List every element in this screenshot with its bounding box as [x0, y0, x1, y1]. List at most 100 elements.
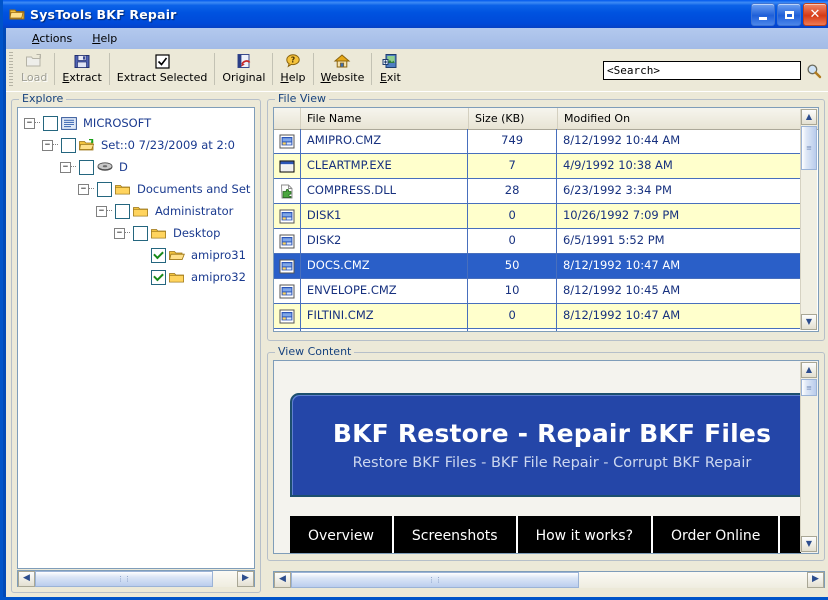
tree-item-label: Documents and Set [137, 182, 250, 196]
table-row[interactable]: CLEARTMP.EXE74/9/1992 10:38 AM [274, 154, 801, 179]
cell-size: 0 [468, 204, 557, 228]
tree-connector [35, 122, 40, 124]
table-row[interactable]: DOCS.CMZ508/12/1992 10:47 AM [274, 254, 801, 279]
original-label: Original [222, 71, 265, 84]
search-input[interactable]: <Search> [603, 61, 801, 80]
exit-button[interactable]: Exit [373, 51, 407, 89]
tree-expander-minus-icon[interactable]: − [60, 162, 71, 173]
maximize-icon[interactable] [777, 3, 801, 26]
file-list-vscroll-thumb[interactable]: ≡ [801, 126, 817, 170]
table-row[interactable]: AMIPRO.CMZ7498/12/1992 10:44 AM [274, 129, 801, 154]
column-header-modified[interactable]: Modified On [558, 108, 803, 129]
tree-item-microsoft[interactable]: −MICROSOFT [24, 112, 254, 134]
right-arrow-icon[interactable]: ▶ [807, 572, 824, 588]
tree-expander-minus-icon[interactable]: − [42, 140, 53, 151]
tree-checkbox-unchecked[interactable] [97, 182, 112, 197]
nav-button-how-it-works[interactable]: How it works? [518, 516, 653, 553]
browser-page: BKF Restore - Repair BKF Files Restore B… [274, 361, 801, 553]
file-list[interactable]: File Name Size (KB) Modified On AMIPRO.C… [273, 107, 819, 332]
embedded-browser[interactable]: BKF Restore - Repair BKF Files Restore B… [273, 360, 819, 554]
folder-icon [133, 205, 149, 218]
table-row[interactable]: DISK206/5/1991 5:52 PM [274, 229, 801, 254]
load-button[interactable]: Load [15, 51, 53, 89]
up-arrow-icon[interactable]: ▲ [801, 362, 817, 378]
down-arrow-icon[interactable]: ▼ [801, 314, 817, 330]
left-arrow-icon[interactable]: ◀ [274, 572, 291, 588]
cell-size: 0 [468, 304, 557, 328]
explore-hscrollbar[interactable]: ◀ ⋮⋮ ▶ [17, 570, 255, 587]
file-list-vscrollbar[interactable]: ▲ ≡ ▼ [800, 109, 817, 330]
promo-banner: BKF Restore - Repair BKF Files Restore B… [290, 393, 801, 497]
menu-item-help[interactable]: Help [82, 30, 127, 47]
tree-expander-minus-icon[interactable]: − [78, 184, 89, 195]
tree-checkbox-unchecked[interactable] [79, 160, 94, 175]
website-button[interactable]: Website [315, 51, 371, 89]
table-row[interactable]: FILTMUST.CMZ408/12/1992 10:47 AM [274, 329, 801, 331]
explore-hscroll-track[interactable]: ⋮⋮ [35, 571, 237, 587]
toolbar-grip[interactable] [9, 52, 13, 86]
menu-bar: Actions Help [6, 28, 828, 49]
browser-vscrollbar[interactable]: ▲ ≡ ▼ [800, 362, 817, 552]
tree-checkbox-unchecked[interactable] [43, 116, 58, 131]
nav-button-order-online[interactable]: Order Online [653, 516, 780, 553]
title-bar: SysTools BKF Repair ✕ [3, 0, 828, 28]
toolbar-separator [371, 53, 372, 85]
folder-shortcut-icon [79, 139, 95, 152]
view-content-hscroll-thumb[interactable]: ⋮⋮ [291, 572, 579, 588]
cell-modified: 4/9/1992 10:38 AM [557, 154, 801, 178]
file-type-icon [274, 279, 301, 303]
cell-filename: DOCS.CMZ [301, 254, 468, 278]
close-icon[interactable]: ✕ [803, 3, 827, 26]
tree-item-d[interactable]: −D [24, 156, 254, 178]
tree-item-set-0-7-23-2009-at-2-0[interactable]: −Set::0 7/23/2009 at 2:0 [24, 134, 254, 156]
nav-button-screenshots[interactable]: Screenshots [394, 516, 518, 553]
toolbar-separator [109, 53, 110, 85]
down-arrow-icon[interactable]: ▼ [801, 536, 817, 552]
tree-expander-minus-icon[interactable]: − [96, 206, 107, 217]
extract-selected-button[interactable]: Extract Selected [111, 51, 214, 89]
tree-item-administrator[interactable]: − Administrator [24, 200, 254, 222]
column-header-icon[interactable] [274, 108, 301, 129]
explore-hscroll-thumb[interactable]: ⋮⋮ [35, 571, 213, 587]
menu-actions-rest: ctions [39, 32, 72, 45]
tree-expander-minus-icon[interactable]: − [114, 228, 125, 239]
question-balloon-icon: ? [284, 53, 302, 70]
app-folder-icon [9, 6, 25, 22]
tree-item-amipro31[interactable]: amipro31 [24, 244, 254, 266]
table-row[interactable]: ENVELOPE.CMZ108/12/1992 10:45 AM [274, 279, 801, 304]
tree-checkbox-unchecked[interactable] [133, 226, 148, 241]
extract-button[interactable]: Extract [56, 51, 107, 89]
menu-item-actions[interactable]: Actions [22, 30, 82, 47]
view-content-hscroll-track[interactable]: ⋮⋮ [291, 572, 807, 588]
browser-vscroll-thumb[interactable]: ≡ [801, 379, 817, 396]
column-header-filename[interactable]: File Name [301, 108, 469, 129]
tree-item-desktop[interactable]: − Desktop [24, 222, 254, 244]
table-row[interactable]: FILTINI.CMZ08/12/1992 10:47 AM [274, 304, 801, 329]
view-content-hscrollbar[interactable]: ◀ ⋮⋮ ▶ [273, 571, 825, 588]
table-row[interactable]: COMPRESS.DLL286/23/1992 3:34 PM [274, 179, 801, 204]
original-button[interactable]: Original [216, 51, 271, 89]
explore-tree[interactable]: −MICROSOFT−Set::0 7/23/2009 at 2:0−D−Doc… [17, 107, 255, 569]
tree-checkbox-checked[interactable] [151, 248, 166, 263]
tree-item-documents-and-set[interactable]: − Documents and Set [24, 178, 254, 200]
tree-connector [107, 210, 112, 212]
table-row[interactable]: DISK1010/26/1992 7:09 PM [274, 204, 801, 229]
tree-item-amipro32[interactable]: amipro32 [24, 266, 254, 288]
tree-expander-minus-icon[interactable]: − [24, 118, 35, 129]
svg-text:?: ? [291, 55, 295, 64]
tree-item-label: Desktop [173, 226, 220, 240]
nav-button-overview[interactable]: Overview [290, 516, 394, 553]
left-arrow-icon[interactable]: ◀ [18, 571, 35, 587]
tree-checkbox-checked[interactable] [151, 270, 166, 285]
column-header-size[interactable]: Size (KB) [469, 108, 558, 129]
file-type-icon [274, 204, 301, 228]
minimize-icon[interactable] [751, 3, 775, 26]
help-button[interactable]: ? Help [274, 51, 311, 89]
tree-checkbox-unchecked[interactable] [61, 138, 76, 153]
checkbox-checked-icon [153, 53, 171, 70]
right-arrow-icon[interactable]: ▶ [237, 571, 254, 587]
magnifier-icon[interactable] [806, 63, 822, 79]
up-arrow-icon[interactable]: ▲ [801, 109, 817, 125]
tree-checkbox-unchecked[interactable] [115, 204, 130, 219]
tree-item-label: Administrator [155, 204, 233, 218]
